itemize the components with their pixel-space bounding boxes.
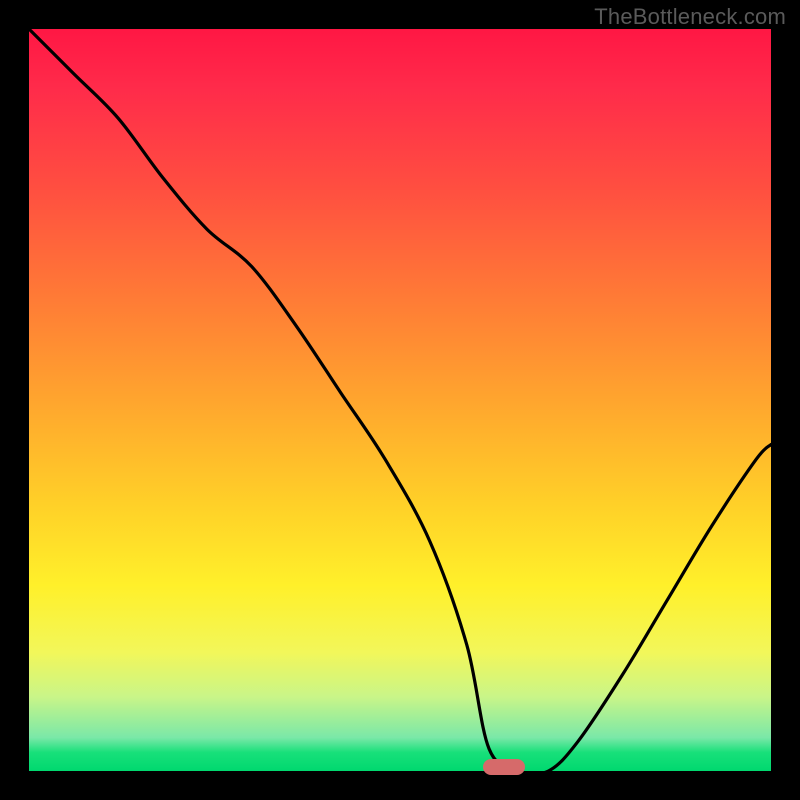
plot-area [29,29,771,771]
curve-layer [29,29,771,771]
chart-frame: TheBottleneck.com [0,0,800,800]
attribution-text: TheBottleneck.com [594,4,786,30]
optimal-marker [483,759,525,775]
bottleneck-curve [29,29,771,771]
